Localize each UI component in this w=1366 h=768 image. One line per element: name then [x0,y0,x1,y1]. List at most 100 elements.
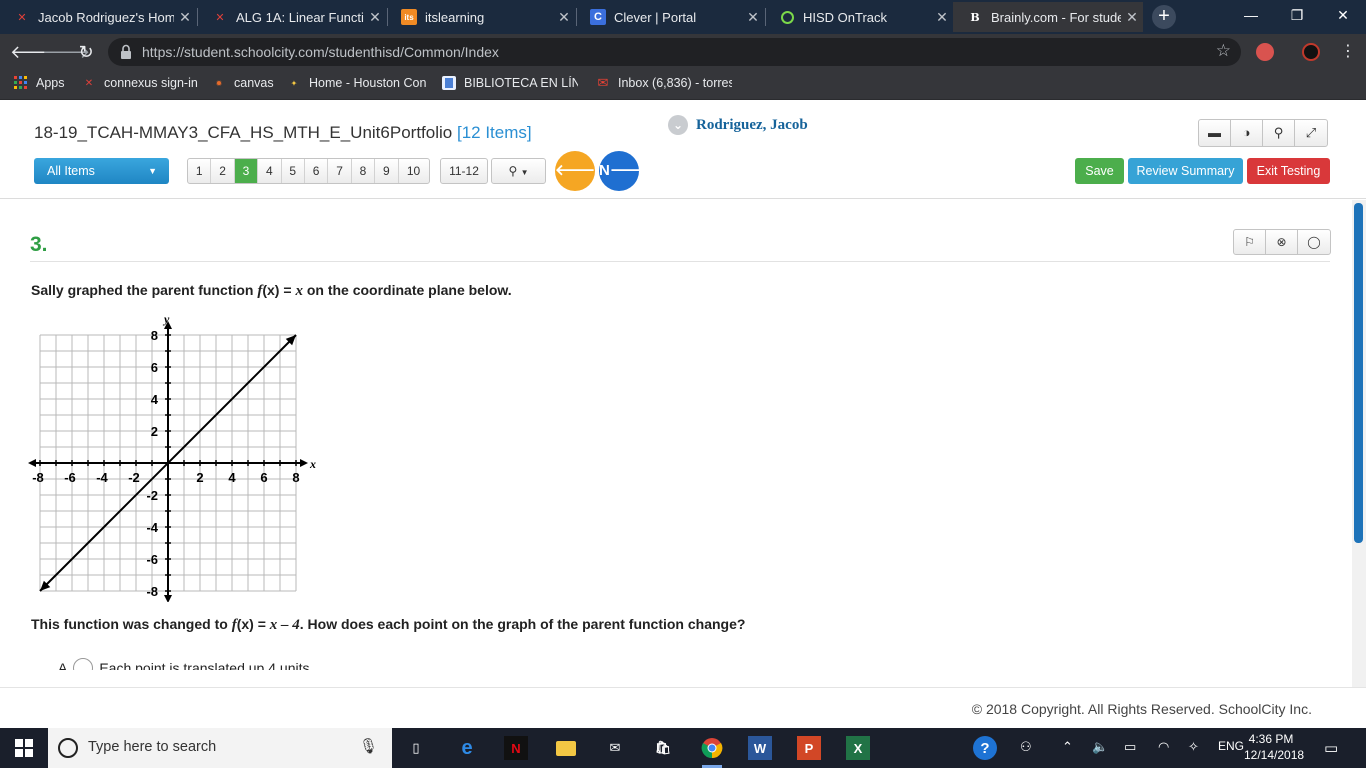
question-button-7[interactable]: 7 [328,159,352,183]
taskbar-search-box[interactable]: Type here to search 🎙 [48,728,392,768]
next-button[interactable]: N🡒 [599,151,650,191]
volume-icon[interactable]: 🔈 [1092,739,1108,755]
scrollbar-thumb[interactable] [1354,203,1363,543]
review-summary-button[interactable]: Review Summary [1128,158,1243,184]
item-count-link[interactable]: [12 Items] [457,123,532,142]
tab-clever[interactable]: C Clever | Portal ✕ [576,2,764,32]
bookmark-label: Inbox (6,836) - torres [618,76,732,90]
question-button-4[interactable]: 4 [258,159,282,183]
search-dropdown-button[interactable]: ⚲ ▼ [491,158,546,184]
people-icon[interactable]: ⚇ [1020,739,1032,755]
microphone-icon[interactable]: 🎙 [359,737,378,755]
tab-jacob-home[interactable]: ✕ Jacob Rodriguez's Hom ✕ [0,2,196,32]
x-tick-label: 6 [260,470,267,485]
new-tab-button[interactable]: + [1152,5,1176,29]
ontrack-icon [779,9,795,25]
tab-title: ALG 1A: Linear Function [236,9,364,25]
save-button[interactable]: Save [1075,158,1124,184]
reload-button[interactable]: ↻ [74,40,98,64]
choice-a-radio[interactable] [73,658,94,670]
bookmark-apps[interactable]: Apps [14,76,65,90]
question-followup: This function was changed to f(x) = x – … [31,616,745,634]
bookmark-inbox[interactable]: ✉ Inbox (6,836) - torres [596,76,732,90]
back-button[interactable]: 🡐 [10,40,58,64]
x-axis-arrow-right [300,459,308,467]
question-button-5[interactable]: 5 [282,159,305,183]
close-icon[interactable]: ✕ [1121,9,1143,26]
question-button-9[interactable]: 9 [375,159,399,183]
close-icon[interactable]: ✕ [742,9,764,26]
excel-icon[interactable]: X [846,736,870,760]
search-placeholder: Type here to search [88,739,217,755]
wifi-icon[interactable]: ◠ [1158,739,1169,755]
mail-icon[interactable]: ✉ [603,736,627,760]
close-icon[interactable]: ✕ [174,9,196,26]
chrome-menu-icon[interactable]: ⋮ [1336,40,1360,64]
window-close-button[interactable]: ✕ [1320,0,1366,32]
previous-button[interactable]: 🡐P [555,151,605,191]
powerpoint-icon[interactable]: P [797,736,821,760]
bookmark-star-icon[interactable]: ☆ [1216,41,1231,61]
close-icon[interactable]: ✕ [364,9,386,26]
question-button-10[interactable]: 10 [399,159,429,183]
dropbox-icon[interactable]: ✧ [1188,739,1199,755]
student-menu[interactable]: ⌄ Rodriguez, Jacob [668,115,808,135]
notifications-icon[interactable]: ▭ [1324,739,1338,757]
minimize-button[interactable]: — [1228,0,1274,32]
bookmark-houston[interactable]: ✦ Home - Houston Con [287,76,427,90]
calculator-icon[interactable]: ▬ [1199,120,1231,146]
zoom-icon[interactable]: ⚲ [1263,120,1295,146]
tab-brainly[interactable]: B Brainly.com - For studer ✕ [953,2,1143,32]
word-icon[interactable]: W [748,736,772,760]
bookmark-connexus[interactable]: ✕ connexus sign-in [82,76,198,90]
connexus-icon: ✕ [84,77,94,89]
store-icon[interactable]: 🛍 [651,736,675,760]
tab-itslearning[interactable]: its itslearning ✕ [387,2,575,32]
task-view-icon[interactable]: ▯ [404,736,428,760]
question-stem: Sally graphed the parent function f(x) =… [31,282,512,300]
eliminate-icon[interactable]: ⊗ [1266,230,1298,254]
all-items-dropdown[interactable]: All Items ▼ [34,158,169,184]
brainly-icon: B [970,10,980,24]
tray-expand-icon[interactable]: ⌃ [1062,739,1073,755]
comment-icon[interactable]: ◯ [1298,230,1330,254]
search-icon: ⚲ [508,164,518,178]
bookmark-canvas[interactable]: ✹ canvas [212,76,274,90]
question-button-6[interactable]: 6 [305,159,329,183]
connexus-icon: ✕ [215,11,225,24]
flag-icon[interactable]: ⚐ [1234,230,1266,254]
edge-icon[interactable]: e [455,736,479,760]
exit-testing-button[interactable]: Exit Testing [1247,158,1330,184]
file-explorer-icon[interactable] [554,736,578,760]
question-button-2[interactable]: 2 [211,159,235,183]
tab-alg-linear[interactable]: ✕ ALG 1A: Linear Function ✕ [198,2,386,32]
taskbar-clock[interactable]: 4:36 PM 12/14/2018 [1244,731,1304,763]
chrome-icon[interactable] [700,736,724,760]
windows-start-icon[interactable] [12,736,36,760]
language-indicator[interactable]: ENG [1218,739,1244,753]
fullscreen-icon[interactable]: ⤢ [1295,120,1327,146]
question-range-button[interactable]: 11-12 [440,158,488,184]
bookmark-biblioteca[interactable]: BIBLIOTECA EN LÍNEA [442,76,578,90]
question-button-1[interactable]: 1 [188,159,212,183]
forward-button[interactable]: 🡒 [42,40,90,64]
shield-extension-icon[interactable] [1256,43,1274,61]
extension-icon[interactable] [1302,43,1320,61]
question-button-8[interactable]: 8 [352,159,376,183]
content-scrollbar[interactable] [1352,200,1366,687]
address-bar[interactable]: https://student.schoolcity.com/studenthi… [108,38,1241,66]
question-button-3[interactable]: 3 [234,159,259,183]
cortana-icon [58,738,78,758]
answer-choice-a[interactable]: A Each point is translated up 4 units [58,658,309,670]
restore-button[interactable]: ❐ [1274,0,1320,32]
x-axis-arrow-left [28,459,36,467]
clever-icon: C [590,9,606,25]
netflix-icon[interactable]: N [504,736,528,760]
close-icon[interactable]: ✕ [553,9,575,26]
close-icon[interactable]: ✕ [931,9,953,26]
contrast-icon[interactable]: ◑ [1231,120,1263,146]
tab-hisd-ontrack[interactable]: HISD OnTrack ✕ [765,2,953,32]
bookmark-label: BIBLIOTECA EN LÍNEA [464,76,578,90]
battery-icon[interactable]: ▭ [1124,739,1136,755]
help-icon[interactable]: ? [973,736,997,760]
